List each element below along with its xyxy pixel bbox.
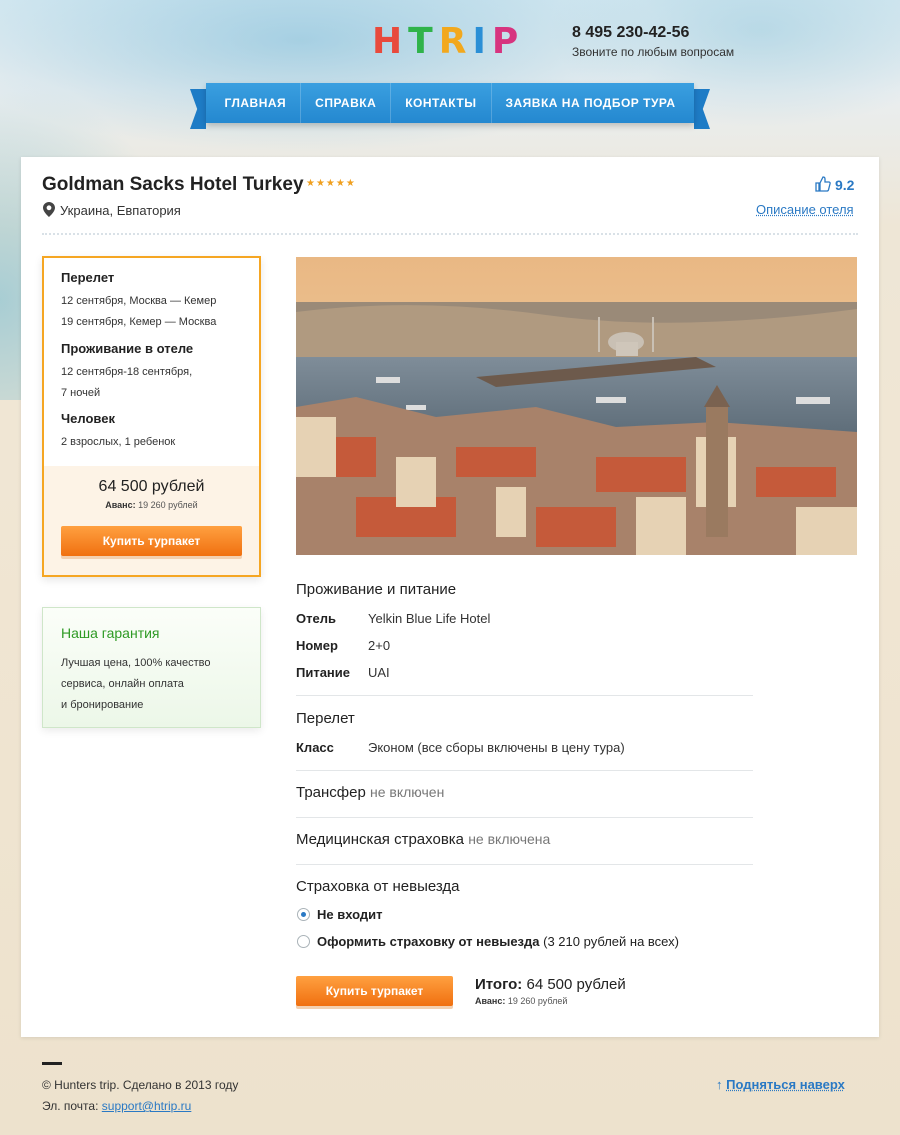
room-label: Номер — [296, 638, 338, 653]
nav-item-contacts[interactable]: КОНТАКТЫ — [390, 83, 490, 123]
total-value: 64 500 рублей — [526, 976, 626, 993]
hotel-label: Отель — [296, 611, 336, 626]
medical-row: Медицинская страховка не включена — [296, 831, 550, 848]
insurance-option-text: Оформить страховку от невыезда — [317, 934, 540, 949]
thumbs-up-icon — [815, 176, 831, 192]
avans-value: 19 260 рублей — [138, 500, 198, 510]
meal-value: UAI — [368, 665, 390, 680]
summary-stay-line: 12 сентября-18 сентября, — [61, 366, 193, 378]
summary-price-area: 64 500 рублей Аванс: 19 260 рублей Купит… — [44, 466, 259, 575]
radio-insurance-label[interactable]: Оформить страховку от невыезда (3 210 ру… — [317, 934, 679, 949]
email-label: Эл. почта: — [42, 1099, 99, 1113]
summary-flight-title: Перелет — [61, 270, 115, 285]
meal-label: Питание — [296, 665, 351, 680]
email-link[interactable]: support@htrip.ru — [102, 1099, 192, 1113]
transfer-row: Трансфер не включен — [296, 784, 444, 801]
footer-bar — [42, 1062, 62, 1065]
buy-tour-button-bottom[interactable]: Купить турпакет — [296, 976, 453, 1006]
guarantee-line: сервиса, онлайн оплата — [61, 678, 184, 690]
header-divider — [42, 233, 858, 235]
hotel-description-link[interactable]: Описание отеля — [756, 202, 854, 217]
ribbon-right — [694, 89, 710, 129]
summary-stay-title: Проживание в отеле — [61, 341, 194, 356]
guarantee-line: и бронирование — [61, 699, 144, 711]
guarantee-title: Наша гарантия — [61, 625, 160, 641]
flight-title: Перелет — [296, 710, 355, 727]
summary-price: 64 500 рублей — [98, 478, 205, 495]
logo-letter: H — [372, 21, 405, 62]
summary-flight-line: 19 сентября, Кемер — Москва — [61, 316, 217, 328]
transfer-status: не включен — [370, 784, 445, 800]
scroll-top-label: Подняться наверх — [726, 1077, 845, 1092]
logo-letter: P — [491, 21, 521, 62]
hotel-card: Goldman Sacks Hotel Turkey ★★★★★ Украина… — [21, 157, 879, 1037]
radio-insurance[interactable] — [297, 935, 310, 948]
footer-copyright: © Hunters trip. Сделано в 2013 году — [42, 1078, 239, 1092]
accommodation-title: Проживание и питание — [296, 581, 457, 598]
nav-item-home[interactable]: ГЛАВНАЯ — [210, 83, 300, 123]
divider — [296, 695, 753, 696]
avans-value: 19 260 рублей — [507, 996, 568, 1006]
radio-no-insurance-label[interactable]: Не входит — [317, 907, 383, 922]
hotel-stars: ★★★★★ — [306, 178, 356, 189]
avans-label: Аванс: — [475, 996, 506, 1006]
main-nav: ГЛАВНАЯ СПРАВКА КОНТАКТЫ ЗАЯВКА НА ПОДБО… — [190, 83, 710, 129]
ribbon-left — [190, 89, 206, 129]
divider — [296, 817, 753, 818]
class-label: Класс — [296, 740, 334, 755]
summary-stay-line: 7 ночей — [61, 387, 101, 399]
phone-subtitle: Звоните по любым вопросам — [572, 45, 735, 59]
summary-people-title: Человек — [61, 411, 115, 426]
logo-letter: T — [408, 21, 435, 62]
logo-letter: R — [438, 21, 469, 62]
divider — [296, 770, 753, 771]
medical-title: Медицинская страховка — [296, 831, 465, 848]
room-value: 2+0 — [368, 638, 391, 653]
transfer-title: Трансфер — [296, 784, 366, 801]
summary-avans: Аванс: 19 260 рублей — [44, 500, 259, 510]
summary-flight-line: 12 сентября, Москва — Кемер — [61, 295, 217, 307]
hotel-photo[interactable] — [296, 257, 857, 555]
scroll-top-link[interactable]: ↑ Подняться наверх — [716, 1077, 845, 1092]
divider — [296, 864, 753, 865]
nav-item-help[interactable]: СПРАВКА — [300, 83, 390, 123]
total-price: Итого: 64 500 рублей — [475, 976, 626, 993]
arrow-up-icon: ↑ — [716, 1077, 723, 1092]
guarantee-text: Лучшая цена, 100% качество сервиса, онла… — [61, 653, 251, 716]
logo-letter: I — [472, 21, 488, 62]
class-value: Эконом (все сборы включены в цену тура) — [368, 740, 625, 755]
hotel-rating: 9.2 — [835, 177, 855, 193]
total-label: Итого: — [475, 976, 523, 993]
cancel-insurance-title: Страховка от невыезда — [296, 878, 460, 895]
insurance-option-price: (3 210 рублей на всех) — [543, 934, 679, 949]
radio-no-insurance[interactable] — [297, 908, 310, 921]
phone-number[interactable]: 8 495 230-42-56 — [572, 24, 689, 42]
hotel-location: Украина, Евпатория — [60, 203, 181, 218]
avans-label: Аванс: — [105, 500, 136, 510]
guarantee-box: Наша гарантия Лучшая цена, 100% качество… — [42, 607, 261, 728]
tour-summary-box: Перелет 12 сентября, Москва — Кемер 19 с… — [42, 256, 261, 577]
summary-people-line: 2 взрослых, 1 ребенок — [61, 436, 176, 448]
footer-email: Эл. почта: support@htrip.ru — [42, 1099, 191, 1113]
buy-tour-button[interactable]: Купить турпакет — [61, 526, 242, 556]
hotel-name: Goldman Sacks Hotel Turkey — [42, 174, 304, 195]
htrip-logo[interactable]: HTRIP — [372, 24, 520, 60]
total-avans: Аванс: 19 260 рублей — [475, 996, 567, 1006]
location-pin-icon — [43, 202, 55, 217]
medical-status: не включена — [468, 831, 551, 847]
hotel-value: Yelkin Blue Life Hotel — [368, 611, 491, 626]
nav-item-tour-request[interactable]: ЗАЯВКА НА ПОДБОР ТУРА — [490, 83, 690, 123]
guarantee-line: Лучшая цена, 100% качество — [61, 657, 211, 669]
